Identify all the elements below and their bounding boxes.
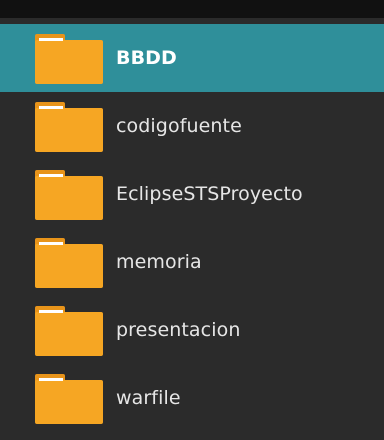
folder-item-memoria[interactable]: memoria — [0, 228, 384, 296]
top-bar — [0, 0, 384, 18]
folder-label: memoria — [116, 251, 202, 273]
folder-icon — [35, 102, 103, 152]
folder-item-warfile[interactable]: warfile — [0, 364, 384, 432]
folder-label: presentacion — [116, 319, 241, 341]
folder-icon — [35, 306, 103, 356]
folder-label: EclipseSTSProyecto — [116, 183, 303, 205]
folder-label: codigofuente — [116, 115, 242, 137]
folder-icon — [35, 238, 103, 288]
file-browser-panel: BBDD codigofuente EclipseSTSProyecto mem… — [0, 0, 384, 440]
folder-item-presentacion[interactable]: presentacion — [0, 296, 384, 364]
folder-label: warfile — [116, 387, 181, 409]
folder-item-codigofuente[interactable]: codigofuente — [0, 92, 384, 160]
folder-icon — [35, 170, 103, 220]
folder-icon — [35, 374, 103, 424]
folder-list: BBDD codigofuente EclipseSTSProyecto mem… — [0, 24, 384, 432]
folder-item-bbdd[interactable]: BBDD — [0, 24, 384, 92]
folder-icon — [35, 34, 103, 84]
folder-item-eclipsestsproyecto[interactable]: EclipseSTSProyecto — [0, 160, 384, 228]
folder-label: BBDD — [116, 47, 177, 69]
